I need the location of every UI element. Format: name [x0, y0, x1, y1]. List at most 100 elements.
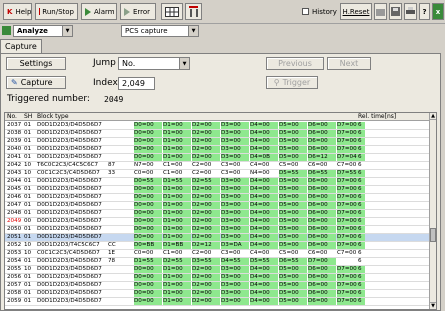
index-input[interactable]: 2,049 [118, 77, 155, 90]
vertical-scrollbar[interactable]: ▲ ▼ [429, 113, 436, 309]
row-data-cell: D2=00 [192, 186, 220, 193]
row-data-cell: D5=00 [279, 202, 307, 209]
next-button[interactable]: Next [327, 57, 371, 70]
scroll-thumb[interactable] [430, 228, 436, 242]
row-data-cell: D5=00 [279, 194, 307, 201]
row-data-cell: D5=00 [279, 298, 307, 305]
table-row[interactable]: 2057 01 D0D1D2D3/D4D5D6D7 D0=00 D1=00 D2=00 D3… [5, 282, 431, 290]
alarm-button[interactable]: Alarm [81, 3, 117, 20]
table-row[interactable]: 2048 01 D0D1D2D3/D4D5D6D7 D0=00 D1=00 D2=00 D3… [5, 210, 431, 218]
h-reset-button[interactable]: H.Reset [340, 3, 372, 20]
run-stop-button[interactable]: Run/Stop [35, 3, 78, 20]
error-button[interactable]: Error [120, 3, 156, 20]
print-button[interactable] [404, 3, 417, 20]
row-number: 2041 [7, 154, 22, 160]
table-row[interactable]: 2058 01 D0D1D2D3/D4D5D6D7 D0=00 D1=00 D2=00 D3… [5, 290, 431, 298]
row-data-cell: C7=00 [337, 250, 357, 256]
table-row[interactable]: 2055 10 D0D1D2D3/D4D5D6D7 D0=00 D1=00 D2=00 D3… [5, 266, 431, 274]
row-data-cell: D4=00 [250, 226, 278, 233]
row-data-cell: C6=00 [308, 250, 328, 256]
table-row[interactable]: 2043 10 C0C1C2C3/C4D5D6D7 33 C0=00 C1=00 C2=00… [5, 170, 431, 178]
row-data-cell: D3=00 [221, 298, 249, 305]
table-row[interactable]: 2049 00 D0D1D2D3/D4D5D6D7 D0=00 D1=00 D2=00 D3… [5, 218, 431, 226]
row-sh: 10 [24, 170, 32, 176]
trigger-button[interactable]: ⚲ Trigger [266, 76, 318, 89]
folder-button[interactable] [374, 3, 387, 20]
help-button[interactable]: K Help [3, 3, 32, 20]
table-row[interactable]: 2039 01 D0D1D2D3/D4D5D6D7 D0=00 D1=00 D2=00 D3… [5, 138, 431, 146]
table-row[interactable]: 2047 01 D0D1D2D3/D4D5D6D7 D0=00 D1=00 D2=00 D3… [5, 202, 431, 210]
row-data-cell: D3=00 [221, 130, 249, 137]
table-row[interactable]: 2054 01 D0D1D2D3/D4D5D6D7 78 D1=55 D2=55 D3=55… [5, 258, 431, 266]
row-data-cell: D0=00 [134, 282, 162, 289]
row-number: 2042 [7, 162, 22, 168]
previous-label: Previous [278, 59, 312, 68]
row-rel-time: 6 [358, 178, 362, 184]
row-sh: 10 [24, 242, 32, 248]
table-row[interactable]: 2045 01 D0D1D2D3/D4D5D6D7 D0=00 D1=00 D2=00 D3… [5, 186, 431, 194]
capture-mode-dropdown[interactable]: PCS capture ▼ [121, 25, 199, 37]
table-row[interactable]: 2053 10 C0C1C2C3/C4D5D6D7 1E C0=00 C1=00 C2=00… [5, 250, 431, 258]
table-row[interactable]: 2051 01 D0D1D2D3/D4D5D6D7 D0=00 D1=00 D2=00 D3… [5, 234, 431, 242]
table-row[interactable]: 2056 01 D0D1D2D3/D4D5D6D7 D0=00 D1=00 D2=00 D3… [5, 274, 431, 282]
row-data-cell: D1=00 [163, 122, 191, 129]
mode-row: Analyze ▼ PCS capture ▼ [0, 24, 445, 38]
table-row[interactable]: 2052 10 D0D1D2D3/T4C5C6C7 CC D0=BB D1=BB D2=12… [5, 242, 431, 250]
table-row[interactable]: 2041 01 D0D1D2D3/D4D5D6D7 D0=00 D1=00 D2=00 D3… [5, 154, 431, 162]
row-data-cell: D5=00 [279, 242, 307, 249]
row-data-cell: D4=00 [250, 298, 278, 305]
row-data-cell: C0=00 [134, 170, 154, 176]
jump-dropdown[interactable]: No. ▼ [118, 57, 190, 70]
tab-capture[interactable]: Capture [0, 39, 42, 53]
row-data-cell: D5=00 [279, 282, 307, 289]
grid-view-button[interactable] [161, 3, 183, 20]
row-extra: 87 [108, 162, 116, 168]
row-data-cell: D6=55 [279, 258, 307, 265]
row-data-cell: D5=00 [279, 290, 307, 297]
history-checkbox[interactable] [302, 8, 309, 15]
table-row[interactable]: 2050 01 D0D1D2D3/D4D5D6D7 D0=00 D1=00 D2=00 D3… [5, 226, 431, 234]
header-no: No. [7, 113, 17, 120]
row-data-cell: D1=00 [163, 274, 191, 281]
analyze-dropdown[interactable]: Analyze ▼ [13, 25, 73, 37]
settings-button[interactable]: Settings [6, 57, 66, 70]
capture-button[interactable]: ✎ Capture [6, 76, 66, 89]
table-row[interactable]: 2044 01 D0D1D2D3/D4D5D6D7 D0=55 D1=55 D2=55 D3… [5, 178, 431, 186]
row-data-cell: C4=00 [250, 250, 270, 256]
row-block-type: D0D1D2D3/D4D5D6D7 [37, 146, 102, 152]
row-data-cell: D3=00 [221, 234, 249, 241]
top-toolbar: K Help Run/Stop Alarm Error History H.Re… [0, 0, 445, 24]
row-block-type: D0D1D2D3/D4D5D6D7 [37, 194, 102, 200]
table-row[interactable]: 2040 01 D0D1D2D3/D4D5D6D7 D0=00 D1=00 D2=00 D3… [5, 146, 431, 154]
error-play-icon [124, 7, 130, 16]
print-icon [406, 7, 415, 14]
row-data-cell: D0=00 [134, 202, 162, 209]
save-button[interactable] [389, 3, 402, 20]
row-rel-time: 6 [358, 146, 362, 152]
columns-button[interactable] [185, 3, 202, 20]
jump-value: No. [122, 59, 136, 68]
table-row[interactable]: 2042 10 T6C0C2C3/C4C5C6C7 87 N7=00 C1=00 C2=00… [5, 162, 431, 170]
row-data-cell: D4=55 [221, 258, 249, 265]
row-data-cell: D2=00 [192, 298, 220, 305]
row-data-cell: D3=00 [221, 226, 249, 233]
row-number: 2040 [7, 146, 22, 152]
table-row[interactable]: 2037 01 D0D1D2D3/D4D5D6D7 D0=00 D1=00 D2=00 D3… [5, 122, 431, 130]
row-block-type: D0D1D2D3/D4D5D6D7 [37, 210, 102, 216]
scroll-down-icon[interactable]: ▼ [430, 302, 436, 309]
row-data-cell: D3=00 [221, 202, 249, 209]
tab-capture-label: Capture [5, 42, 37, 51]
scroll-up-icon[interactable]: ▲ [430, 113, 436, 120]
row-rel-time: 6 [358, 210, 362, 216]
table-row[interactable]: 2038 01 D0D1D2D3/D4D5D6D7 D0=00 D1=00 D2=00 D3… [5, 130, 431, 138]
previous-button[interactable]: Previous [266, 57, 324, 70]
analyze-icon [2, 26, 11, 35]
row-data-cell: D3=00 [221, 154, 249, 161]
table-row[interactable]: 2059 01 D0D1D2D3/D4D5D6D7 D0=00 D1=00 D2=00 D3… [5, 298, 431, 306]
table-row[interactable]: 2046 01 D0D1D2D3/D4D5D6D7 D0=00 D1=00 D2=00 D3… [5, 194, 431, 202]
exit-button[interactable]: x [432, 3, 444, 20]
trigger-label: Trigger [282, 78, 311, 87]
help-question-button[interactable]: ? [419, 3, 430, 20]
row-sh: 01 [24, 274, 32, 280]
row-data-cell: D3=00 [221, 186, 249, 193]
